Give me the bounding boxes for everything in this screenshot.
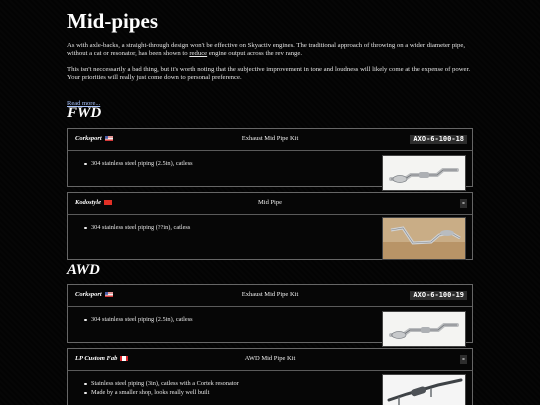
product-image-mid-pipe[interactable] [382, 374, 466, 405]
feature-list: 304 stainless steel piping (2.5in), catl… [84, 315, 193, 324]
product-image-mid-pipe[interactable] [382, 217, 466, 260]
feature-list: 304 stainless steel piping (2.5in), catl… [84, 159, 193, 168]
list-item: Made by a smaller shop, looks really wel… [84, 388, 239, 397]
product-card-corksport-awd: Corksport Exhaust Mid Pipe Kit AXO-6-100… [67, 284, 473, 347]
product-name: AWD Mid Pipe Kit [244, 355, 296, 362]
list-item: Stainless steel piping (3in), catless wi… [84, 380, 239, 387]
page: Mid-pipes As with axle-backs, a straight… [0, 0, 540, 405]
product-card-corksport-fwd: Corksport Exhaust Mid Pipe Kit AXO-6-100… [67, 128, 473, 191]
sku-badge: - [460, 355, 467, 364]
list-item: 304 stainless steel piping (??in), catle… [83, 224, 191, 231]
page-title: Mid-pipes [67, 9, 159, 33]
sku-badge: - [460, 199, 467, 208]
intro-section: Mid-pipes As with axle-backs, a straight… [67, 8, 472, 115]
product-name: Mid Pipe [257, 199, 283, 206]
product-card-kodostyle: Kodostyle Mid Pipe - 304 stainless steel… [67, 192, 473, 260]
feature-list: 304 stainless steel piping (??in), catle… [83, 223, 191, 232]
product-card-lp-custom-fab: LP Custom Fab AWD Mid Pipe Kit - Stainle… [67, 348, 473, 405]
sku-badge: AXO-6-100-19 [410, 291, 467, 300]
intro-paragraph-2: This isn't neccessarily a bad thing, but… [67, 65, 471, 82]
list-item: 304 stainless steel piping (2.5in), catl… [84, 316, 193, 323]
card-header: LP Custom Fab AWD Mid Pipe Kit - [68, 349, 472, 371]
product-image-mid-pipe[interactable] [382, 311, 466, 347]
sku-badge: AXO-6-100-18 [410, 135, 467, 144]
card-header: Corksport Exhaust Mid Pipe Kit AXO-6-100… [68, 285, 472, 307]
product-image-mid-pipe[interactable] [382, 155, 466, 191]
card-header: Kodostyle Mid Pipe - [68, 193, 472, 215]
card-header: Corksport Exhaust Mid Pipe Kit AXO-6-100… [68, 129, 472, 151]
section-title-awd: AWD [67, 262, 100, 278]
reduce-link[interactable]: reduce [189, 50, 207, 57]
feature-list: Stainless steel piping (3in), catless wi… [84, 379, 239, 397]
list-item: 304 stainless steel piping (2.5in), catl… [84, 160, 193, 167]
section-title-fwd: FWD [67, 105, 102, 121]
intro-paragraph-1: As with axle-backs, a straight-through d… [67, 42, 466, 58]
